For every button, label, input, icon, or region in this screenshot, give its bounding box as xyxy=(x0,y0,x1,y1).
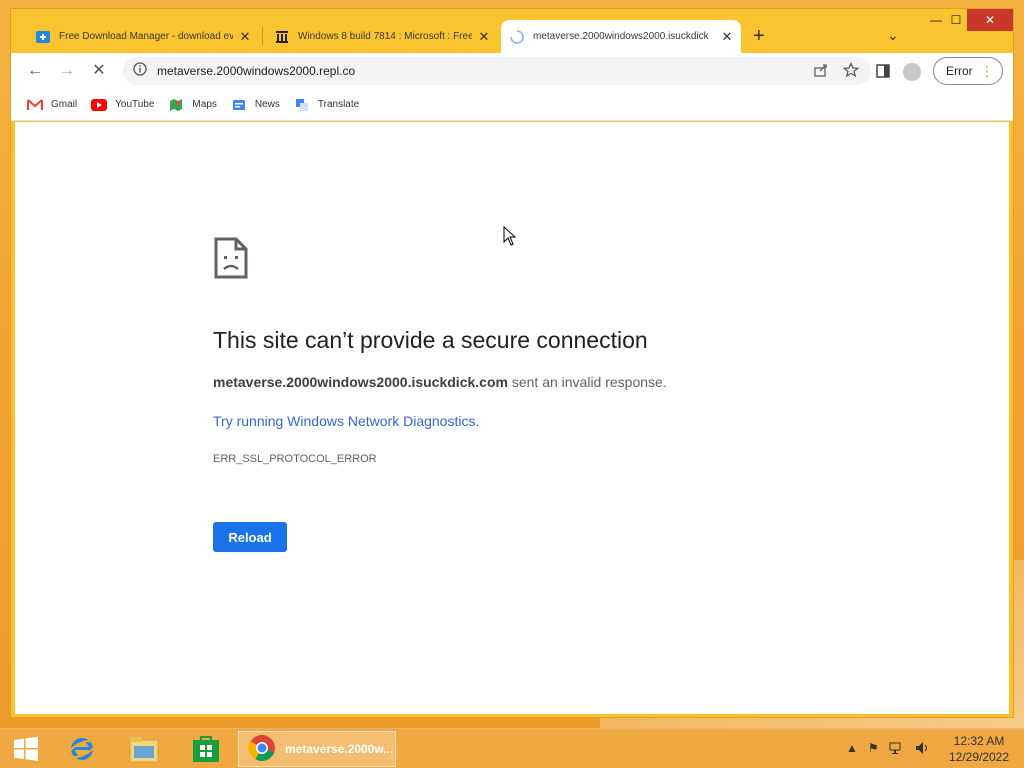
tab-windows-8-build[interactable]: Windows 8 build 7814 : Microsoft : Free … xyxy=(266,20,498,53)
mouse-cursor-icon xyxy=(503,225,517,251)
tab-free-download-manager[interactable]: Free Download Manager - download ev ✕ xyxy=(27,20,259,53)
reload-button[interactable]: Reload xyxy=(213,522,287,552)
tab-metaverse-active[interactable]: metaverse.2000windows2000.isuckdick ✕ xyxy=(501,20,741,53)
stop-loading-button[interactable]: ✕ xyxy=(89,61,109,81)
bookmark-label: Translate xyxy=(317,99,360,110)
tab-close-icon[interactable]: ✕ xyxy=(478,29,490,45)
tab-search-chevron-icon[interactable]: ⌄ xyxy=(887,27,899,44)
browser-window: Free Download Manager - download ev ✕ Wi… xyxy=(10,8,1014,718)
internet-explorer-icon[interactable] xyxy=(62,731,102,767)
error-title: This site can’t provide a secure connect… xyxy=(213,327,648,353)
tab-close-icon[interactable]: ✕ xyxy=(239,29,251,45)
bookmark-label: YouTube xyxy=(115,99,155,110)
tab-title: Windows 8 build 7814 : Microsoft : Free xyxy=(298,31,472,42)
translate-icon xyxy=(294,98,310,112)
action-center-flag-icon[interactable]: ⚑ xyxy=(868,741,879,758)
fdm-icon xyxy=(35,29,51,45)
tab-close-icon[interactable]: ✕ xyxy=(721,29,733,45)
bookmark-gmail[interactable]: Gmail xyxy=(27,98,77,112)
windows-store-icon[interactable] xyxy=(186,731,226,767)
error-code: ERR_SSL_PROTOCOL_ERROR xyxy=(213,453,377,465)
bookmark-maps[interactable]: Maps xyxy=(168,98,217,112)
taskbar: metaverse.2000w... ▲ ⚑ 12:32 AM 12/29/20… xyxy=(0,728,1024,768)
title-bar: Free Download Manager - download ev ✕ Wi… xyxy=(11,9,1013,57)
profile-avatar[interactable] xyxy=(903,63,921,81)
clock-time: 12:32 AM xyxy=(953,734,1005,748)
back-button[interactable]: ← xyxy=(25,61,45,81)
volume-icon[interactable] xyxy=(915,741,931,758)
taskbar-chrome-label: metaverse.2000w... xyxy=(285,742,394,756)
tab-separator xyxy=(262,27,263,45)
bookmark-news[interactable]: News xyxy=(231,98,280,112)
news-icon xyxy=(231,98,247,112)
chrome-icon xyxy=(247,733,277,766)
network-icon[interactable] xyxy=(889,741,905,758)
bookmark-label: Maps xyxy=(192,99,217,110)
error-host: metaverse.2000windows2000.isuckdick.com xyxy=(213,374,508,390)
show-hidden-icons-icon[interactable]: ▲ xyxy=(846,741,858,758)
youtube-icon xyxy=(91,98,108,112)
gmail-icon xyxy=(27,98,43,112)
start-button[interactable] xyxy=(6,731,46,767)
clock-date: 12/29/2022 xyxy=(948,750,1010,764)
error-description: metaverse.2000windows2000.isuckdick.com … xyxy=(213,374,667,390)
bookmark-youtube[interactable]: YouTube xyxy=(91,98,154,112)
error-desc-suffix: sent an invalid response. xyxy=(507,374,667,390)
tab-title: Free Download Manager - download ev xyxy=(59,31,233,42)
url-text: metaverse.2000windows2000.repl.co xyxy=(157,64,356,78)
network-diagnostics-link[interactable]: Try running Windows Network Diagnostics. xyxy=(213,413,479,429)
tab-title: metaverse.2000windows2000.isuckdick xyxy=(533,31,709,42)
bookmark-translate[interactable]: Translate xyxy=(294,98,359,112)
system-clock[interactable]: 12:32 AM 12/29/2022 xyxy=(944,733,1014,765)
error-label: Error xyxy=(946,64,973,78)
side-panel-icon[interactable] xyxy=(875,63,891,82)
share-icon[interactable] xyxy=(813,62,829,81)
broken-page-icon xyxy=(213,236,249,285)
maps-icon xyxy=(168,98,184,112)
system-tray: ▲ ⚑ xyxy=(846,741,931,758)
file-explorer-icon[interactable] xyxy=(122,731,166,767)
kebab-menu-icon: ⋮ xyxy=(980,63,994,79)
bookmark-label: News xyxy=(254,99,280,110)
bookmark-star-icon[interactable] xyxy=(842,62,860,81)
forward-button[interactable]: → xyxy=(57,61,77,81)
taskbar-chrome-button[interactable]: metaverse.2000w... xyxy=(238,731,396,767)
bookmarks-bar: Gmail YouTube Maps News Translate xyxy=(11,89,1013,121)
new-tab-button[interactable]: + xyxy=(753,25,765,48)
browser-toolbar: ← → ✕ metaverse.2000windows2000.repl.co … xyxy=(11,53,1013,89)
bookmark-label: Gmail xyxy=(51,99,78,110)
archive-org-icon xyxy=(274,29,290,45)
close-window-button[interactable]: ✕ xyxy=(967,9,1013,31)
site-info-icon[interactable] xyxy=(133,61,147,81)
address-bar[interactable]: metaverse.2000windows2000.repl.co xyxy=(123,57,871,85)
page-content: This site can’t provide a secure connect… xyxy=(15,122,1009,714)
error-menu-button[interactable]: Error ⋮ xyxy=(933,57,1003,85)
maximize-button[interactable]: ☐ xyxy=(943,9,969,31)
loading-spinner-icon xyxy=(509,29,525,45)
